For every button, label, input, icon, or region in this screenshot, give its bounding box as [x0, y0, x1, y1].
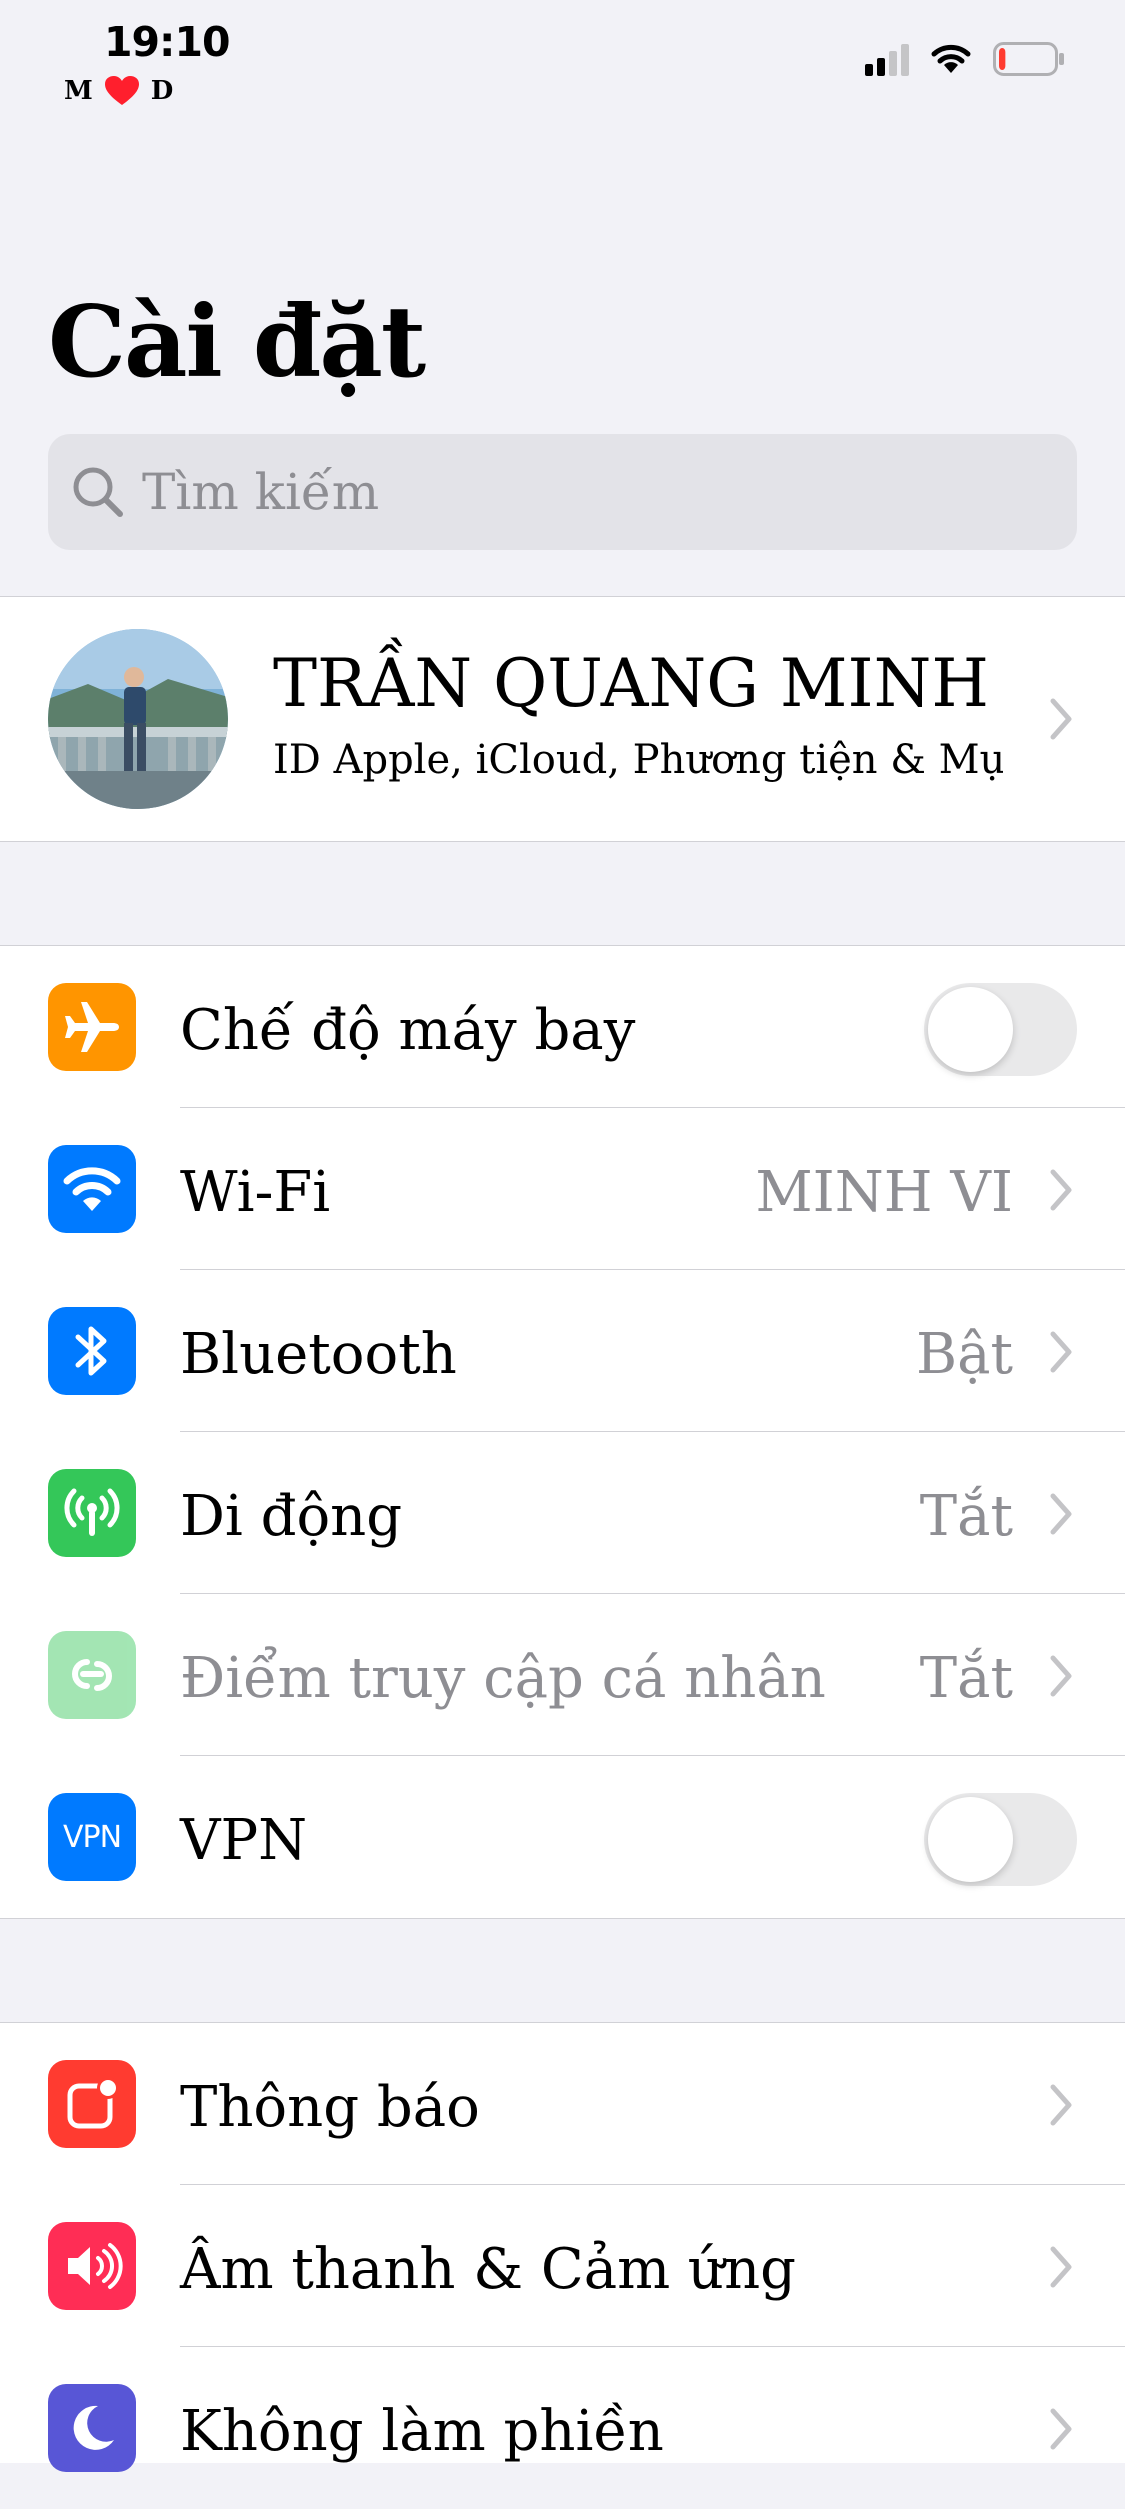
settings-row-cellular[interactable]: Di động Tắt [0, 1432, 1125, 1594]
vpn-icon: VPN [48, 1793, 136, 1881]
row-label: Thông báo [180, 2075, 480, 2140]
chevron-right-icon [1050, 1493, 1072, 1535]
settings-row-bluetooth[interactable]: Bluetooth Bật [0, 1270, 1125, 1432]
row-label: Bluetooth [180, 1322, 457, 1387]
settings-row-notifications[interactable]: Thông báo [0, 2023, 1125, 2185]
chevron-right-icon [1050, 2084, 1072, 2126]
chevron-right-icon [1050, 1331, 1072, 1373]
settings-row-personal-hotspot[interactable]: Điểm truy cập cá nhân Tắt [0, 1594, 1125, 1756]
airplane-mode-toggle[interactable] [924, 983, 1077, 1076]
avatar [48, 629, 228, 809]
hotspot-icon [48, 1631, 136, 1719]
search-bar[interactable] [48, 434, 1077, 550]
row-label: Di động [180, 1484, 403, 1549]
moon-icon [48, 2384, 136, 2472]
status-bar: 19:10 M D [0, 0, 1125, 120]
page-title: Cài đặt [48, 285, 426, 400]
general-group: Thông báo Âm thanh & Cảm ứng Không làm p… [0, 2022, 1125, 2472]
wifi-icon [48, 1145, 136, 1233]
row-label: Wi-Fi [180, 1160, 331, 1225]
row-label: Âm thanh & Cảm ứng [180, 2237, 796, 2302]
status-time: 19:10 [104, 18, 231, 66]
apple-id-profile-row[interactable]: TRẦN QUANG MINH ID Apple, iCloud, Phương… [0, 596, 1125, 842]
carrier-label: M D [64, 76, 173, 106]
chevron-right-icon [1050, 1169, 1072, 1211]
speaker-icon [48, 2222, 136, 2310]
settings-row-wifi[interactable]: Wi-Fi MINH VI [0, 1108, 1125, 1270]
search-input[interactable] [142, 463, 1042, 521]
row-label: Không làm phiền [180, 2399, 664, 2464]
antenna-icon [48, 1469, 136, 1557]
bluetooth-icon [48, 1307, 136, 1395]
chevron-right-icon [1050, 2246, 1072, 2288]
connectivity-group: Chế độ máy bay Wi-Fi MINH VI Bluetooth B… [0, 945, 1125, 1919]
cellular-status-value: Tắt [919, 1484, 1013, 1549]
magnifier-icon [73, 467, 123, 517]
cellular-signal-icon [865, 42, 909, 76]
settings-row-airplane-mode[interactable]: Chế độ máy bay [0, 946, 1125, 1108]
vpn-toggle[interactable] [924, 1793, 1077, 1886]
notifications-icon [48, 2060, 136, 2148]
settings-row-vpn[interactable]: VPN VPN [0, 1756, 1125, 1918]
row-label: VPN [180, 1808, 308, 1873]
carrier-right: D [150, 76, 174, 106]
chevron-right-icon [1050, 698, 1072, 740]
settings-row-do-not-disturb[interactable]: Không làm phiền [0, 2347, 1125, 2509]
row-label: Điểm truy cập cá nhân [180, 1646, 826, 1711]
wifi-status-icon [931, 44, 971, 73]
wifi-network-value: MINH VI [755, 1160, 1013, 1225]
bluetooth-status-value: Bật [915, 1322, 1013, 1387]
row-label: Chế độ máy bay [180, 998, 636, 1063]
airplane-icon [48, 983, 136, 1071]
chevron-right-icon [1050, 1655, 1072, 1697]
carrier-left: M [64, 76, 93, 106]
profile-name: TRẦN QUANG MINH [273, 645, 989, 722]
battery-icon [993, 42, 1064, 76]
profile-subtitle: ID Apple, iCloud, Phương tiện & Mụ... [273, 737, 1003, 783]
chevron-right-icon [1050, 2408, 1072, 2450]
hotspot-status-value: Tắt [919, 1646, 1013, 1711]
settings-row-sounds[interactable]: Âm thanh & Cảm ứng [0, 2185, 1125, 2347]
heart-icon [104, 76, 139, 105]
status-icons [865, 42, 1065, 76]
